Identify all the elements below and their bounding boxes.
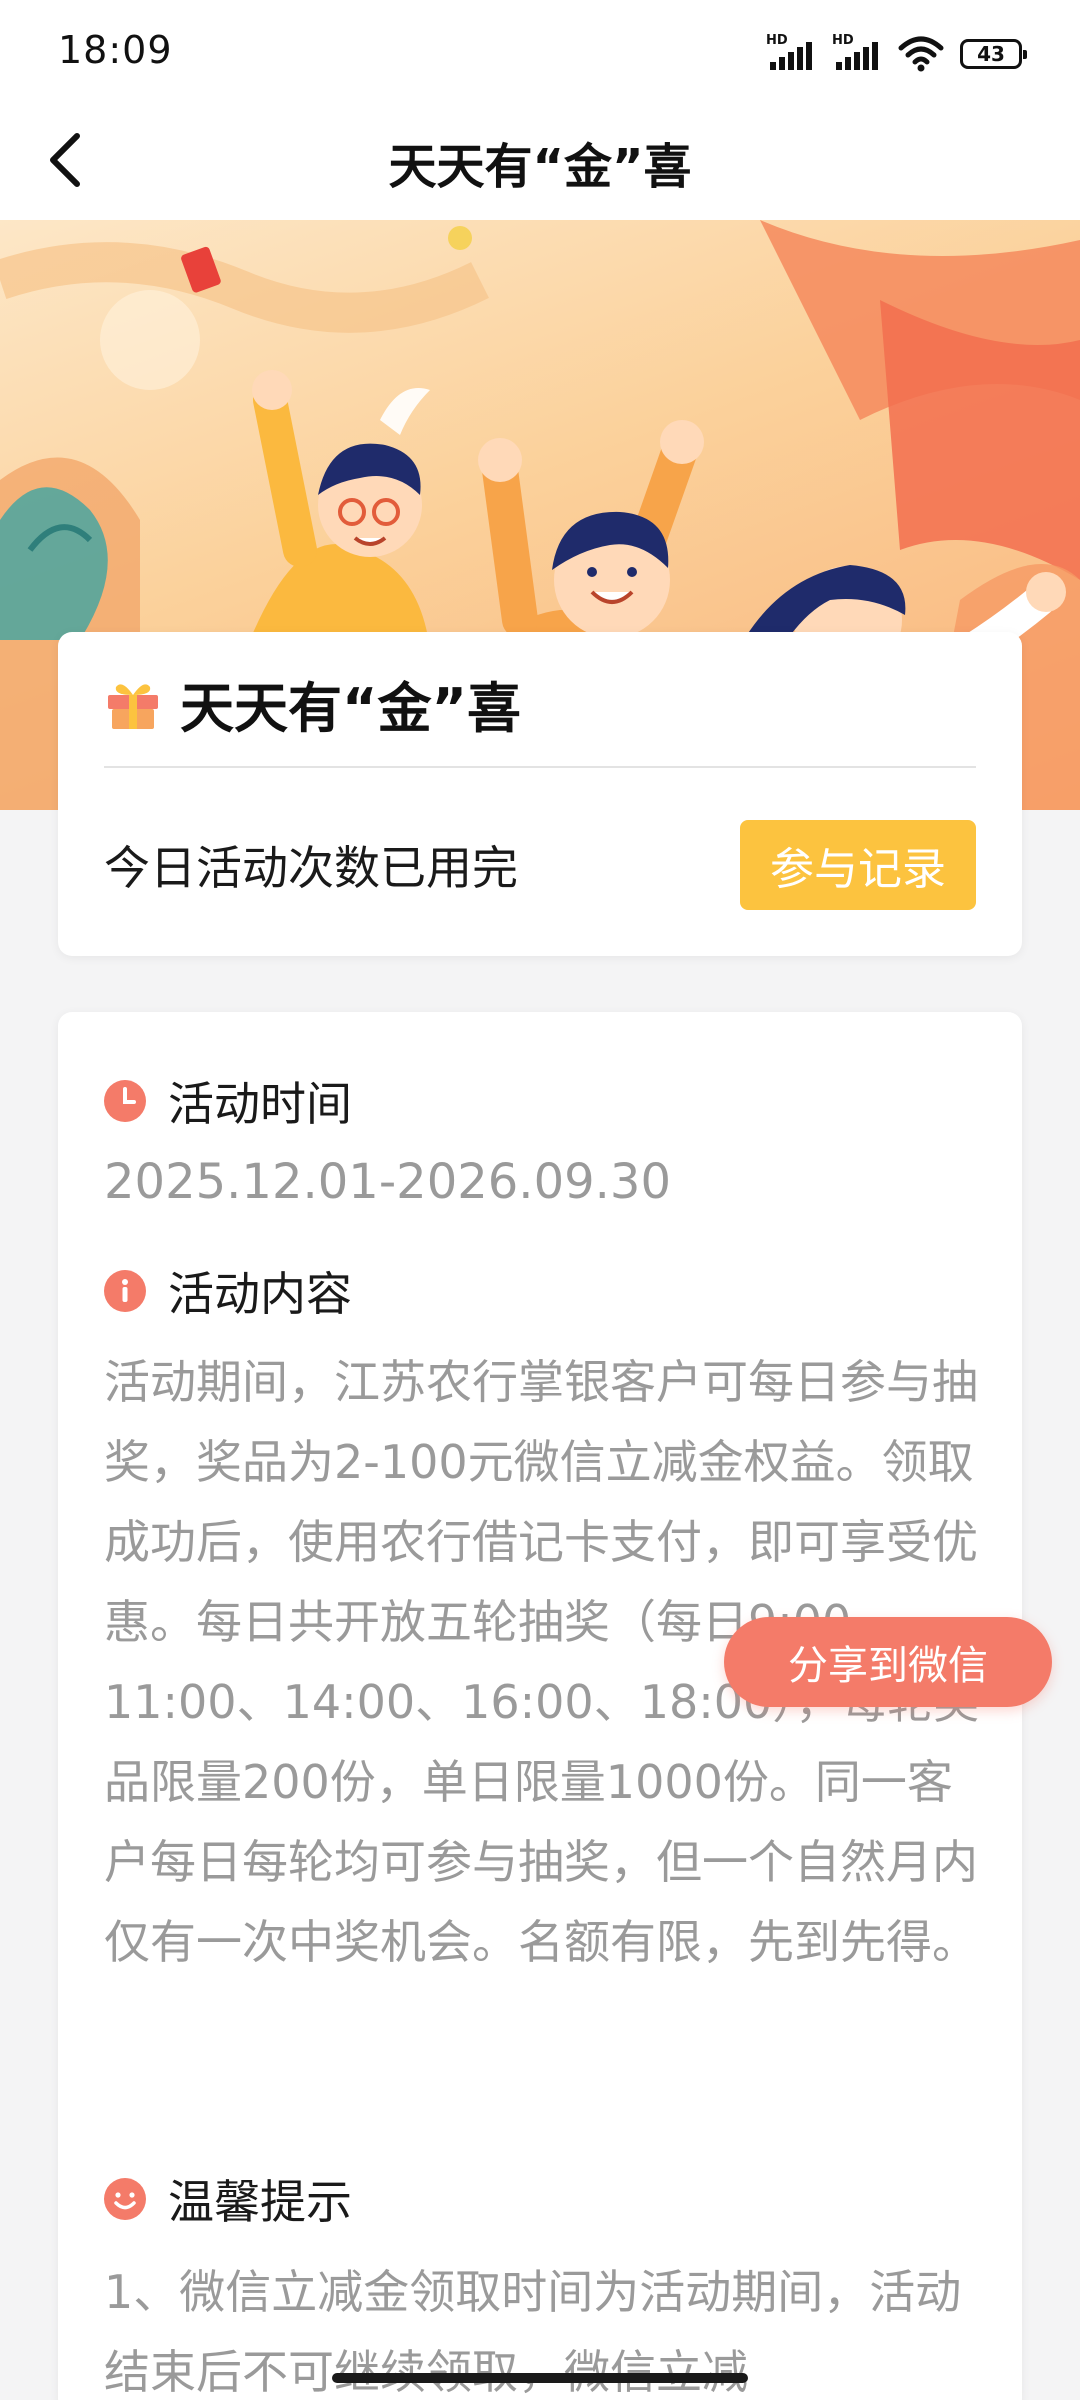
signal-icon: HD — [766, 34, 816, 74]
wifi-icon — [898, 36, 944, 72]
gift-icon — [108, 683, 158, 729]
battery-icon: 43 — [960, 39, 1027, 69]
battery-level: 43 — [977, 42, 1005, 66]
info-icon — [104, 1270, 146, 1312]
activity-status-text: 今日活动次数已用完 — [104, 841, 518, 895]
activity-time-title: 活动时间 — [168, 1077, 352, 1131]
activity-card-header: 天天有“金”喜 — [104, 664, 521, 743]
smile-icon — [104, 2178, 146, 2220]
tips-header: 温馨提示 — [104, 2166, 352, 2232]
divider — [104, 766, 976, 768]
activity-time-header: 活动时间 — [104, 1068, 352, 1134]
tips-title: 温馨提示 — [168, 2175, 352, 2229]
status-bar: 18:09 HD HD 43 — [0, 0, 1080, 105]
activity-content-header: 活动内容 — [104, 1258, 352, 1324]
status-icons: HD HD 43 — [766, 32, 1027, 76]
page-title: 天天有“金”喜 — [388, 139, 692, 195]
activity-content-title: 活动内容 — [168, 1267, 352, 1321]
participation-record-button[interactable]: 参与记录 — [740, 820, 976, 910]
page: 18:09 HD HD 43 天天有“金”喜 天天有“金”喜 今日活动次数已用完… — [0, 0, 1080, 2400]
home-indicator[interactable] — [332, 2373, 748, 2383]
nav-bar: 天天有“金”喜 — [0, 105, 1080, 220]
clock-icon — [104, 1080, 146, 1122]
activity-title: 天天有“金”喜 — [180, 677, 521, 740]
status-time: 18:09 — [58, 28, 173, 72]
share-to-wechat-button[interactable]: 分享到微信 — [724, 1617, 1052, 1707]
activity-status-card: 天天有“金”喜 今日活动次数已用完 参与记录 — [58, 632, 1022, 956]
signal-icon: HD — [832, 34, 882, 74]
activity-time-value: 2025.12.01-2026.09.30 — [104, 1154, 671, 1210]
